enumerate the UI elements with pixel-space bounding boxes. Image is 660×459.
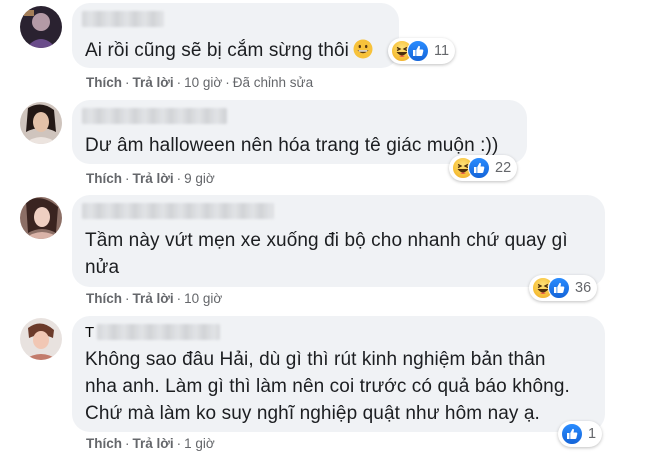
avatar[interactable] xyxy=(20,318,62,360)
commenter-name-redacted[interactable] xyxy=(97,324,220,340)
avatar[interactable] xyxy=(20,102,62,144)
comment-actions: Thích · Trả lời · 1 giờ xyxy=(86,436,215,451)
reaction-count: 1 xyxy=(588,426,597,442)
comment-actions: Thích · Trả lời · 10 giờ · Đã chỉnh sửa xyxy=(86,75,314,90)
comment-bubble: Ai rồi cũng sẽ bị cắm sừng thôi xyxy=(72,3,399,68)
comment-text: Ai rồi cũng sẽ bị cắm sừng thôi xyxy=(85,37,373,67)
commenter-name-redacted[interactable] xyxy=(82,203,274,219)
like-link[interactable]: Thích xyxy=(86,75,122,90)
comment-text: Tầm này vứt mẹn xe xuống đi bộ cho nhanh… xyxy=(85,227,568,281)
reply-link[interactable]: Trả lời xyxy=(133,291,174,306)
commenter-name-redacted[interactable] xyxy=(82,108,227,124)
reaction-summary[interactable]: 36 xyxy=(529,275,598,301)
like-icon xyxy=(561,423,583,445)
reaction-count: 36 xyxy=(575,280,592,296)
like-link[interactable]: Thích xyxy=(86,436,122,451)
comment-text-line: nha anh. Làm gì thì làm nên coi trước có… xyxy=(85,376,570,397)
comment-text-line: Tầm này vứt mẹn xe xuống đi bộ cho nhanh… xyxy=(85,230,568,251)
reaction-summary[interactable]: 22 xyxy=(449,155,518,181)
comment-text-line: Dư âm halloween nên hóa trang tê giác mu… xyxy=(85,135,499,156)
timestamp[interactable]: 1 giờ xyxy=(184,436,215,451)
comment-actions: Thích · Trả lời · 10 giờ xyxy=(86,291,223,306)
avatar-image xyxy=(20,197,62,239)
avatar-image xyxy=(20,318,62,360)
reply-link[interactable]: Trả lời xyxy=(133,171,174,186)
reply-link[interactable]: Trả lời xyxy=(133,75,174,90)
timestamp[interactable]: 10 giờ xyxy=(184,75,222,90)
comment-bubble: T Không sao đâu Hải, dù gì thì rút kinh … xyxy=(72,316,605,432)
edited-label: Đã chỉnh sửa xyxy=(232,75,314,90)
avatar[interactable] xyxy=(20,197,62,239)
comment-text: Dư âm halloween nên hóa trang tê giác mu… xyxy=(85,132,498,159)
comment-text-line: nửa xyxy=(85,257,120,278)
reaction-summary[interactable]: 1 xyxy=(558,421,603,447)
like-link[interactable]: Thích xyxy=(86,171,122,186)
reaction-count: 22 xyxy=(495,160,512,176)
timestamp[interactable]: 10 giờ xyxy=(184,291,222,306)
reaction-count: 11 xyxy=(434,43,450,59)
avatar-image xyxy=(20,102,62,144)
comment-bubble: Tầm này vứt mẹn xe xuống đi bộ cho nhanh… xyxy=(72,195,605,287)
comment-text-line: Chứ mà làm ko suy nghĩ nghiệp quật như h… xyxy=(85,403,540,424)
avatar-image xyxy=(20,6,62,48)
reaction-summary[interactable]: 11 xyxy=(388,38,456,64)
like-icon xyxy=(407,40,429,62)
like-link[interactable]: Thích xyxy=(86,291,122,306)
comment-text-line: Không sao đâu Hải, dù gì thì rút kinh ng… xyxy=(85,349,546,370)
comment-text-line: Ai rồi cũng sẽ bị cắm sừng thôi xyxy=(85,40,349,61)
commenter-name-initial[interactable]: T xyxy=(85,324,94,341)
comment-text: Không sao đâu Hải, dù gì thì rút kinh ng… xyxy=(85,346,570,427)
avatar[interactable] xyxy=(20,6,62,48)
reply-link[interactable]: Trả lời xyxy=(133,436,174,451)
comment-actions: Thích · Trả lời · 9 giờ xyxy=(86,171,215,186)
commenter-name-redacted[interactable] xyxy=(82,11,164,27)
comment-thread: Ai rồi cũng sẽ bị cắm sừng thôi 11 Thích… xyxy=(0,0,660,459)
like-icon xyxy=(468,157,490,179)
like-icon xyxy=(548,277,570,299)
timestamp[interactable]: 9 giờ xyxy=(184,171,215,186)
grinning-face-icon xyxy=(353,39,373,67)
